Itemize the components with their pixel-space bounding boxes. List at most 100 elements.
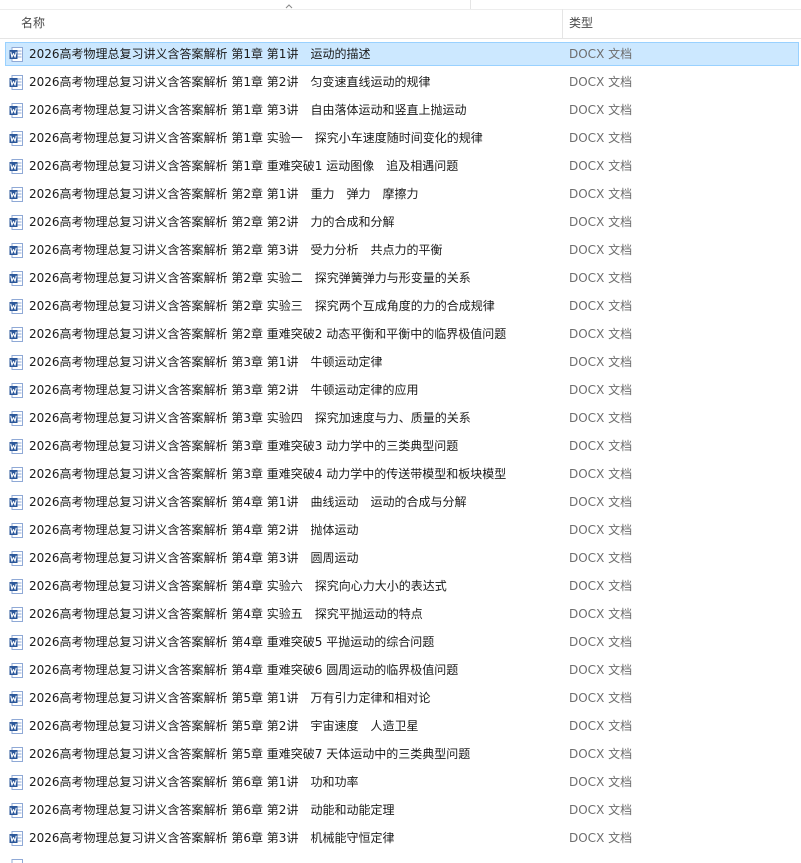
file-type: DOCX 文档	[569, 607, 633, 621]
column-header-name-label: 名称	[21, 16, 46, 30]
file-row[interactable]: 2026高考物理总复习讲义含答案解析 第3章 实验四 探究加速度与力、质量的关系…	[0, 405, 801, 433]
file-row[interactable]: 2026高考物理总复习讲义含答案解析 第6章 第1讲 功和功率 DOCX 文档	[0, 769, 801, 797]
word-document-icon	[9, 523, 23, 538]
file-name: 2026高考物理总复习讲义含答案解析 第1章 实验一 探究小车速度随时间变化的规…	[29, 131, 483, 145]
word-document-icon	[9, 495, 23, 510]
word-document-icon	[9, 47, 23, 62]
file-name: 2026高考物理总复习讲义含答案解析 第2章 第2讲 力的合成和分解	[29, 215, 395, 229]
file-type: DOCX 文档	[569, 803, 633, 817]
word-document-icon	[9, 243, 23, 258]
file-name: 2026高考物理总复习讲义含答案解析 第6章 第3讲 机械能守恒定律	[29, 831, 395, 845]
file-row[interactable]: 2026高考物理总复习讲义含答案解析 第1章 重难突破1 运动图像 追及相遇问题…	[0, 153, 801, 181]
file-row[interactable]: 2026高考物理总复习讲义含答案解析 第2章 实验三 探究两个互成角度的力的合成…	[0, 293, 801, 321]
file-row[interactable]: 2026高考物理总复习讲义含答案解析 第1章 第3讲 自由落体运动和竖直上抛运动…	[0, 97, 801, 125]
column-header-type-label: 类型	[569, 16, 594, 30]
file-row[interactable]: 2026高考物理总复习讲义含答案解析 第1章 第1讲 运动的描述 DOCX 文档	[0, 41, 801, 69]
word-document-icon	[9, 691, 23, 706]
file-type: DOCX 文档	[569, 411, 633, 425]
word-document-icon	[9, 831, 23, 846]
file-row[interactable]: 2026高考物理总复习讲义含答案解析 第6章 第3讲 机械能守恒定律 DOCX …	[0, 825, 801, 853]
file-type: DOCX 文档	[569, 299, 633, 313]
word-document-icon	[9, 327, 23, 342]
word-document-icon	[9, 159, 23, 174]
file-type: DOCX 文档	[569, 271, 633, 285]
word-document-icon	[9, 775, 23, 790]
file-type: DOCX 文档	[569, 551, 633, 565]
file-row[interactable]: 2026高考物理总复习讲义含答案解析 第5章 重难突破7 天体运动中的三类典型问…	[0, 741, 801, 769]
file-type: DOCX 文档	[569, 663, 633, 677]
file-name: 2026高考物理总复习讲义含答案解析 第3章 实验四 探究加速度与力、质量的关系	[29, 411, 471, 425]
word-document-icon	[9, 355, 23, 370]
file-row[interactable]: 2026高考物理总复习讲义含答案解析 第4章 重难突破5 平抛运动的综合问题 D…	[0, 629, 801, 657]
file-name: 2026高考物理总复习讲义含答案解析 第4章 第1讲 曲线运动 运动的合成与分解	[29, 495, 467, 509]
file-type: DOCX 文档	[569, 719, 633, 733]
file-name: 2026高考物理总复习讲义含答案解析 第3章 重难突破4 动力学中的传送带模型和…	[29, 467, 507, 481]
file-type: DOCX 文档	[569, 439, 633, 453]
word-document-icon	[9, 719, 23, 734]
word-document-icon	[9, 635, 23, 650]
file-name: 2026高考物理总复习讲义含答案解析 第5章 重难突破7 天体运动中的三类典型问…	[29, 747, 471, 761]
file-type: DOCX 文档	[569, 159, 633, 173]
word-document-icon	[9, 411, 23, 426]
word-document-icon	[9, 467, 23, 482]
file-row[interactable]: 2026高考物理总复习讲义含答案解析 第2章 第2讲 力的合成和分解 DOCX …	[0, 209, 801, 237]
file-name: 2026高考物理总复习讲义含答案解析 第5章 第2讲 宇宙速度 人造卫星	[29, 719, 419, 733]
file-row[interactable]: 2026高考物理总复习讲义含答案解析 第5章 第1讲 万有引力定律和相对论 DO…	[0, 685, 801, 713]
file-row[interactable]: 2026高考物理总复习讲义含答案解析 第4章 第3讲 圆周运动 DOCX 文档	[0, 545, 801, 573]
file-type: DOCX 文档	[569, 467, 633, 481]
file-row[interactable]: 2026高考物理总复习讲义含答案解析 第2章 第1讲 重力 弹力 摩擦力 DOC…	[0, 181, 801, 209]
file-row[interactable]: 2026高考物理总复习讲义含答案解析 第4章 第2讲 抛体运动 DOCX 文档	[0, 517, 801, 545]
file-name: 2026高考物理总复习讲义含答案解析 第4章 实验六 探究向心力大小的表达式	[29, 579, 447, 593]
word-document-icon	[9, 271, 23, 286]
file-row[interactable]: 2026高考物理总复习讲义含答案解析 第4章 第1讲 曲线运动 运动的合成与分解…	[0, 489, 801, 517]
file-row[interactable]: 2026高考物理总复习讲义含答案解析 第1章 第2讲 匀变速直线运动的规律 DO…	[0, 69, 801, 97]
file-row[interactable]: 2026高考物理总复习讲义含答案解析 第3章 重难突破3 动力学中的三类典型问题…	[0, 433, 801, 461]
file-type: DOCX 文档	[569, 355, 633, 369]
file-list: 2026高考物理总复习讲义含答案解析 第1章 第1讲 运动的描述 DOCX 文档…	[0, 41, 801, 853]
file-type: DOCX 文档	[569, 215, 633, 229]
file-row[interactable]: 2026高考物理总复习讲义含答案解析 第2章 实验二 探究弹簧弹力与形变量的关系…	[0, 265, 801, 293]
file-type: DOCX 文档	[569, 187, 633, 201]
file-row[interactable]: 2026高考物理总复习讲义含答案解析 第3章 第1讲 牛顿运动定律 DOCX 文…	[0, 349, 801, 377]
word-document-icon	[11, 859, 23, 863]
file-row[interactable]: 2026高考物理总复习讲义含答案解析 第3章 重难突破4 动力学中的传送带模型和…	[0, 461, 801, 489]
file-type: DOCX 文档	[569, 579, 633, 593]
file-row[interactable]: 2026高考物理总复习讲义含答案解析 第5章 第2讲 宇宙速度 人造卫星 DOC…	[0, 713, 801, 741]
file-type: DOCX 文档	[569, 523, 633, 537]
column-header-name[interactable]: 名称	[0, 9, 562, 38]
file-name: 2026高考物理总复习讲义含答案解析 第4章 第3讲 圆周运动	[29, 551, 359, 565]
file-type: DOCX 文档	[569, 47, 633, 61]
file-row[interactable]: 2026高考物理总复习讲义含答案解析 第2章 重难突破2 动态平衡和平衡中的临界…	[0, 321, 801, 349]
column-header-type[interactable]: 类型	[563, 9, 801, 38]
word-document-icon	[9, 187, 23, 202]
file-name: 2026高考物理总复习讲义含答案解析 第1章 第1讲 运动的描述	[29, 47, 371, 61]
file-name: 2026高考物理总复习讲义含答案解析 第4章 重难突破5 平抛运动的综合问题	[29, 635, 435, 649]
file-type: DOCX 文档	[569, 327, 633, 341]
word-document-icon	[9, 131, 23, 146]
file-type: DOCX 文档	[569, 691, 633, 705]
file-name: 2026高考物理总复习讲义含答案解析 第4章 实验五 探究平抛运动的特点	[29, 607, 423, 621]
file-row[interactable]: 2026高考物理总复习讲义含答案解析 第2章 第3讲 受力分析 共点力的平衡 D…	[0, 237, 801, 265]
word-document-icon	[9, 215, 23, 230]
file-row[interactable]: 2026高考物理总复习讲义含答案解析 第4章 实验五 探究平抛运动的特点 DOC…	[0, 601, 801, 629]
file-row[interactable]: 2026高考物理总复习讲义含答案解析 第1章 实验一 探究小车速度随时间变化的规…	[0, 125, 801, 153]
file-name: 2026高考物理总复习讲义含答案解析 第1章 重难突破1 运动图像 追及相遇问题	[29, 159, 459, 173]
file-type: DOCX 文档	[569, 243, 633, 257]
file-name: 2026高考物理总复习讲义含答案解析 第2章 重难突破2 动态平衡和平衡中的临界…	[29, 327, 507, 341]
file-name: 2026高考物理总复习讲义含答案解析 第6章 第2讲 动能和动能定理	[29, 803, 395, 817]
file-name: 2026高考物理总复习讲义含答案解析 第2章 第3讲 受力分析 共点力的平衡	[29, 243, 443, 257]
file-row[interactable]: 2026高考物理总复习讲义含答案解析 第6章 第2讲 动能和动能定理 DOCX …	[0, 797, 801, 825]
file-type: DOCX 文档	[569, 775, 633, 789]
file-row-partial[interactable]	[0, 853, 801, 863]
word-document-icon	[9, 607, 23, 622]
file-type: DOCX 文档	[569, 383, 633, 397]
file-name: 2026高考物理总复习讲义含答案解析 第2章 实验三 探究两个互成角度的力的合成…	[29, 299, 495, 313]
word-document-icon	[9, 579, 23, 594]
word-document-icon	[9, 439, 23, 454]
word-document-icon	[9, 103, 23, 118]
file-row[interactable]: 2026高考物理总复习讲义含答案解析 第4章 实验六 探究向心力大小的表达式 D…	[0, 573, 801, 601]
file-row[interactable]: 2026高考物理总复习讲义含答案解析 第3章 第2讲 牛顿运动定律的应用 DOC…	[0, 377, 801, 405]
file-row[interactable]: 2026高考物理总复习讲义含答案解析 第4章 重难突破6 圆周运动的临界极值问题…	[0, 657, 801, 685]
word-document-icon	[9, 75, 23, 90]
file-name: 2026高考物理总复习讲义含答案解析 第4章 第2讲 抛体运动	[29, 523, 359, 537]
